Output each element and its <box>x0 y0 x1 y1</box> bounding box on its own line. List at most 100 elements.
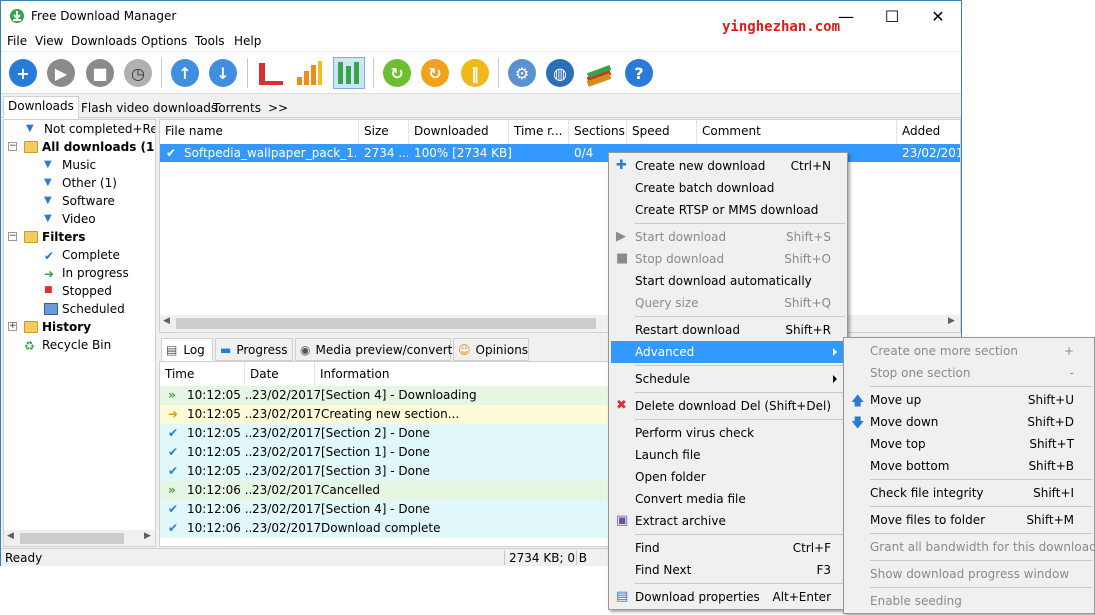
menu-item-move-files-to-folder[interactable]: Move files to folder Shift+M <box>846 509 1092 531</box>
help-button[interactable]: ? <box>623 57 655 89</box>
stop-button[interactable]: ■ <box>84 57 116 89</box>
menu-item-advanced[interactable]: Advanced <box>611 341 845 363</box>
books-button[interactable] <box>583 57 615 89</box>
menu-item-move-top[interactable]: Move top Shift+T <box>846 433 1092 455</box>
tree-item-music[interactable]: ▼ Music <box>44 156 96 174</box>
stop-all-button[interactable]: ↻ <box>419 57 451 89</box>
menu-item-create-rtsp-or-mms-download[interactable]: Create RTSP or MMS download <box>611 199 845 221</box>
tab-flash-video[interactable]: Flash video downloads <box>76 98 222 118</box>
scrollbar-thumb[interactable] <box>176 318 596 329</box>
tree-item-all-downloads[interactable]: All downloads (1) <box>24 138 155 156</box>
column-size[interactable]: Size <box>359 120 409 144</box>
tab-downloads[interactable]: Downloads <box>3 96 79 119</box>
menu-item-move-up[interactable]: 🡅 Move up Shift+U <box>846 389 1092 411</box>
start-all-button[interactable]: ↻ <box>381 57 413 89</box>
column-file-name[interactable]: File name <box>160 120 359 144</box>
tab-torrents[interactable]: Torrents <box>208 98 266 118</box>
menu-item-launch-file[interactable]: Launch file <box>611 444 845 466</box>
tree-item-in-progress[interactable]: ➜ In progress <box>44 264 129 282</box>
speed-medium-button[interactable] <box>293 57 325 89</box>
menu-options[interactable]: Options <box>141 34 187 48</box>
menu-item-shortcut: Shift+D <box>1027 415 1074 429</box>
scroll-right-icon[interactable]: ▶ <box>948 316 955 326</box>
log-column-time[interactable]: Time <box>160 362 245 386</box>
menu-item-create-new-download[interactable]: ✚ Create new download Ctrl+N <box>611 155 845 177</box>
tree-item-complete[interactable]: ✔ Complete <box>44 246 120 264</box>
start-button[interactable]: ▶ <box>45 57 77 89</box>
log-date: 23/02/2017 <box>252 388 322 402</box>
menu-item-label: Delete download <box>635 399 737 413</box>
menu-file[interactable]: File <box>7 34 27 48</box>
add-download-button[interactable]: + <box>7 57 39 89</box>
log-date: 23/02/2017 <box>252 407 322 421</box>
close-button[interactable]: ✕ <box>915 1 961 31</box>
tab-media-preview[interactable]: ◉ Media preview/convert <box>295 338 452 361</box>
menu-item-restart-download[interactable]: Restart download Shift+R <box>611 319 845 341</box>
menu-item-start-download-automatically[interactable]: Start download automatically <box>611 270 845 292</box>
menu-item-move-bottom[interactable]: Move bottom Shift+B <box>846 455 1092 477</box>
scroll-left-icon[interactable]: ◀ <box>163 316 170 326</box>
menu-view[interactable]: View <box>35 34 63 48</box>
menu-item-find[interactable]: Find Ctrl+F <box>611 537 845 559</box>
tree-item-scheduled[interactable]: Scheduled <box>44 300 125 318</box>
tab-progress[interactable]: ▬ Progress <box>215 338 293 361</box>
menu-item-extract-archive[interactable]: ▣ Extract archive <box>611 510 845 532</box>
menu-item-check-file-integrity[interactable]: Check file integrity Shift+I <box>846 482 1092 504</box>
download-arrow-icon: ▼ <box>44 177 52 188</box>
tree-item-history[interactable]: History <box>24 318 91 336</box>
scroll-left-icon[interactable]: ◀ <box>7 531 14 541</box>
log-column-date[interactable]: Date <box>245 362 315 386</box>
settings-button[interactable]: ⚙ <box>506 57 538 89</box>
community-button[interactable]: ◍ <box>544 57 576 89</box>
tree-item-stopped[interactable]: ■ Stopped <box>44 282 112 300</box>
menu-item-find-next[interactable]: Find Next F3 <box>611 559 845 581</box>
move-up-button[interactable]: ↑ <box>169 57 201 89</box>
tree-item-video[interactable]: ▼ Video <box>44 210 96 228</box>
column-sections[interactable]: Sections <box>569 120 627 144</box>
tree-item-not-completed[interactable]: ▼ Not completed+Rec <box>26 120 155 138</box>
tree-item-other[interactable]: ▼ Other (1) <box>44 174 117 192</box>
maximize-button[interactable]: ☐ <box>869 1 915 31</box>
menu-item-download-properties[interactable]: ▤ Download properties Alt+Enter <box>611 586 845 608</box>
menu-item-perform-virus-check[interactable]: Perform virus check <box>611 422 845 444</box>
menu-tools[interactable]: Tools <box>195 34 225 48</box>
double-chevron-icon: » <box>168 388 176 402</box>
menu-item-delete-download[interactable]: ✖ Delete download Del (Shift+Del) <box>611 395 845 417</box>
expander-filters[interactable]: − <box>8 232 17 241</box>
menu-item-shortcut: Shift+I <box>1033 486 1074 500</box>
scrollbar-thumb[interactable] <box>20 533 124 544</box>
row-check-icon: ✔ <box>166 146 177 160</box>
column-time-remaining[interactable]: Time r... <box>509 120 569 144</box>
menu-item-open-folder[interactable]: Open folder <box>611 466 845 488</box>
log-time: 10:12:05 ... <box>187 388 257 402</box>
schedule-button[interactable]: ◷ <box>122 57 154 89</box>
menu-item-schedule[interactable]: Schedule <box>611 368 845 390</box>
pause-icon: ‖ <box>461 59 489 87</box>
tree-item-recycle-bin[interactable]: ♻ Recycle Bin <box>24 336 111 354</box>
menu-item-move-down[interactable]: 🡇 Move down Shift+D <box>846 411 1092 433</box>
tab-more[interactable]: >> <box>263 98 293 118</box>
tree-item-filters[interactable]: Filters <box>24 228 85 246</box>
tree-horizontal-scrollbar[interactable]: ◀ ▶ <box>4 530 155 546</box>
menu-item-label: Start download automatically <box>635 274 812 288</box>
menu-downloads[interactable]: Downloads <box>71 34 137 48</box>
tree-item-software[interactable]: ▼ Software <box>44 192 115 210</box>
pause-all-button[interactable]: ‖ <box>459 57 491 89</box>
tab-log[interactable]: ▤ Log <box>161 338 213 361</box>
tab-opinions[interactable]: ☺ Opinions <box>453 338 529 361</box>
scroll-right-icon[interactable]: ▶ <box>144 531 151 541</box>
menu-item-create-batch-download[interactable]: Create batch download <box>611 177 845 199</box>
expander-all-downloads[interactable]: − <box>8 142 17 151</box>
column-added[interactable]: Added <box>897 120 960 144</box>
properties-icon: ▤ <box>616 589 629 604</box>
speed-high-button[interactable] <box>333 57 365 89</box>
speed-low-button[interactable] <box>255 57 287 89</box>
menu-separator <box>870 587 1092 588</box>
menu-help[interactable]: Help <box>234 34 261 48</box>
menu-item-convert-media-file[interactable]: Convert media file <box>611 488 845 510</box>
column-downloaded[interactable]: Downloaded <box>409 120 509 144</box>
column-comment[interactable]: Comment <box>697 120 897 144</box>
move-down-button[interactable]: ↓ <box>207 57 239 89</box>
column-speed[interactable]: Speed <box>627 120 697 144</box>
expander-history[interactable]: + <box>8 322 17 331</box>
